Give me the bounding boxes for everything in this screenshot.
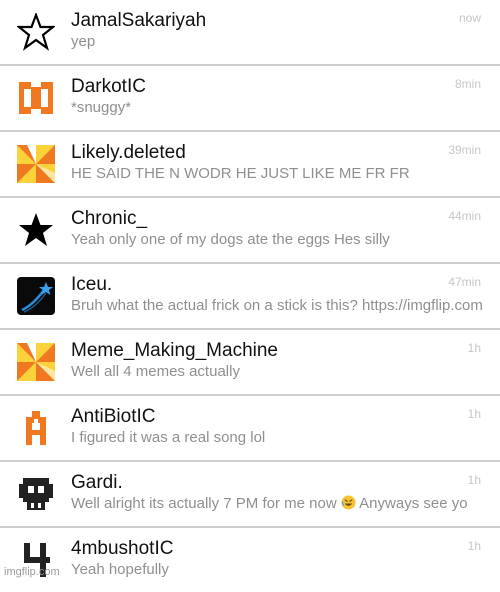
pixel-skull-icon [17, 475, 55, 513]
watermark: imgflip.com [4, 566, 60, 578]
contact-name: Iceu. [71, 274, 113, 295]
message-preview: Bruh what the actual frick on a stick is… [71, 297, 483, 314]
contact-name: Gardi. [71, 472, 123, 493]
message-preview: Yeah hopefully [71, 561, 169, 578]
timestamp: 1h [467, 539, 481, 553]
orange-pinwheel-icon [17, 145, 55, 183]
conversation-list: JamalSakariyah yep now DarkotIC *snuggy*… [0, 0, 500, 592]
orange-block-logo-icon [17, 79, 55, 117]
conversation-row[interactable]: JamalSakariyah yep now [0, 0, 500, 66]
timestamp: 39min [448, 143, 481, 157]
contact-name: Likely.deleted [71, 142, 186, 163]
message-preview: Yeah only one of my dogs ate the eggs He… [71, 231, 390, 248]
conversation-row[interactable]: 4mbushotIC Yeah hopefully 1h [0, 528, 500, 592]
timestamp: 8min [454, 77, 481, 91]
conversation-row[interactable]: AntiBiotIC I figured it was a real song … [0, 396, 500, 462]
message-text-suffix: Anyways see yo [355, 495, 468, 512]
shooting-star-icon [17, 277, 55, 315]
conversation-row[interactable]: Chronic_ Yeah only one of my dogs ate th… [0, 198, 500, 264]
timestamp: 44min [448, 209, 481, 223]
contact-name: AntiBiotIC [71, 406, 156, 427]
message-text: Well alright its actually 7 PM for me no… [71, 495, 337, 512]
contact-name: DarkotIC [71, 76, 146, 97]
timestamp: 1h [467, 407, 481, 421]
contact-name: Chronic_ [71, 208, 148, 229]
contact-name: 4mbushotIC [71, 538, 174, 559]
orange-pixel-a-icon [17, 409, 55, 447]
message-preview: yep [71, 33, 96, 50]
star-outline-icon [17, 13, 55, 51]
orange-pinwheel-icon [17, 343, 55, 381]
conversation-row[interactable]: Iceu. Bruh what the actual frick on a st… [0, 264, 500, 330]
conversation-row[interactable]: Meme_Making_Machine Well all 4 memes act… [0, 330, 500, 396]
rofl-emoji-icon [341, 495, 356, 510]
timestamp: 47min [448, 275, 481, 289]
message-preview: Well alright its actually 7 PM for me no… [71, 495, 483, 512]
message-preview: I figured it was a real song lol [71, 429, 266, 446]
conversation-row[interactable]: Gardi. Well alright its actually 7 PM fo… [0, 462, 500, 528]
message-preview: *snuggy* [71, 99, 132, 116]
timestamp: now [458, 11, 481, 25]
timestamp: 1h [467, 341, 481, 355]
timestamp: 1h [467, 473, 481, 487]
star-filled-icon [17, 211, 55, 249]
conversation-row[interactable]: DarkotIC *snuggy* 8min [0, 66, 500, 132]
contact-name: Meme_Making_Machine [71, 340, 278, 361]
contact-name: JamalSakariyah [71, 10, 207, 31]
conversation-row[interactable]: Likely.deleted HE SAID THE N WODR HE JUS… [0, 132, 500, 198]
message-preview: HE SAID THE N WODR HE JUST LIKE ME FR FR [71, 165, 410, 182]
message-preview: Well all 4 memes actually [71, 363, 240, 380]
